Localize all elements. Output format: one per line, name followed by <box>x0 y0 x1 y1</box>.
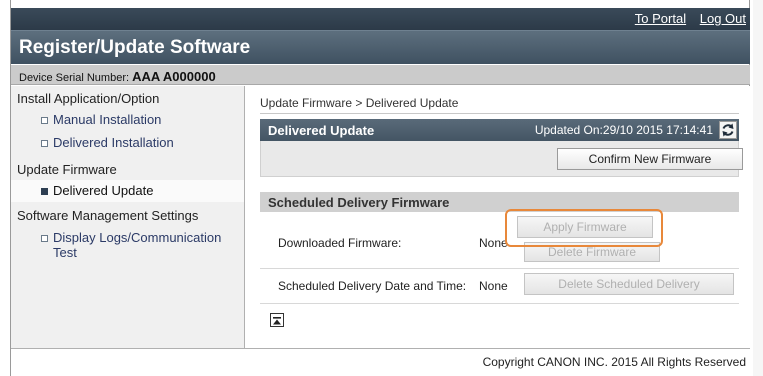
sidebar-item-label: Display Logs/Communication Test <box>53 230 222 260</box>
sidebar-section-management[interactable]: Software Management Settings <box>17 208 198 223</box>
scheduled-delivery-title: Scheduled Delivery Firmware <box>268 195 450 210</box>
delivered-update-title: Delivered Update <box>268 123 375 138</box>
scheduled-delivery-header: Scheduled Delivery Firmware <box>260 192 739 212</box>
bullet-icon <box>41 117 48 124</box>
bullet-icon <box>41 235 48 242</box>
scheduled-delivery-date-label: Scheduled Delivery Date and Time: <box>278 279 467 293</box>
divider <box>260 113 739 114</box>
sidebar-item-display-logs[interactable]: Display Logs/Communication Test <box>11 227 244 260</box>
sidebar-item-label: Delivered Update <box>53 183 154 198</box>
divider <box>260 268 739 269</box>
bullet-icon <box>41 188 48 195</box>
sidebar-item-manual-installation[interactable]: Manual Installation <box>11 109 244 131</box>
scheduled-delivery-date-value: None <box>479 279 508 293</box>
main-content: Update Firmware > Delivered Update Deliv… <box>246 86 750 348</box>
sidebar-section-update[interactable]: Update Firmware <box>17 162 117 177</box>
delivered-update-body: Confirm New Firmware <box>260 141 743 177</box>
downloaded-firmware-value: None <box>479 236 508 250</box>
bullet-icon <box>41 140 48 147</box>
page-top-icon[interactable] <box>270 313 284 327</box>
sidebar-item-delivered-update[interactable]: Delivered Update <box>11 180 244 202</box>
log-out-link[interactable]: Log Out <box>700 11 746 26</box>
updated-on-text: Updated On:29/10 2015 17:14:41 <box>534 123 713 137</box>
delivered-update-header: Delivered Update Updated On:29/10 2015 1… <box>260 119 739 141</box>
to-portal-link[interactable]: To Portal <box>635 11 686 26</box>
serial-bar: Device Serial Number: AAA A000000 <box>11 65 750 85</box>
sidebar-item-label: Delivered Installation <box>53 135 174 150</box>
footer: Copyright CANON INC. 2015 All Rights Res… <box>11 348 750 376</box>
sidebar: Install Application/Option Manual Instal… <box>11 86 245 348</box>
refresh-icon[interactable] <box>719 121 737 139</box>
breadcrumb: Update Firmware > Delivered Update <box>260 96 459 110</box>
copyright-text: Copyright CANON INC. 2015 All Rights Res… <box>482 355 746 369</box>
title-bar: Register/Update Software <box>11 30 750 64</box>
page-title: Register/Update Software <box>19 37 251 58</box>
serial-value: AAA A000000 <box>132 69 216 84</box>
divider <box>260 303 739 304</box>
delete-scheduled-delivery-button[interactable]: Delete Scheduled Delivery <box>524 273 734 295</box>
app-window: To Portal Log Out Register/Update Softwa… <box>10 0 750 376</box>
sidebar-item-delivered-installation[interactable]: Delivered Installation <box>11 132 244 154</box>
top-links: To Portal Log Out <box>625 11 746 26</box>
downloaded-firmware-label: Downloaded Firmware: <box>278 236 402 250</box>
serial-label: Device Serial Number: <box>19 72 130 84</box>
confirm-new-firmware-button[interactable]: Confirm New Firmware <box>557 148 743 170</box>
sidebar-item-label: Manual Installation <box>53 112 162 127</box>
apply-firmware-highlight <box>505 209 663 247</box>
top-nav-bar: To Portal Log Out <box>11 8 750 30</box>
scrollbar[interactable] <box>753 0 763 376</box>
sidebar-section-install[interactable]: Install Application/Option <box>17 91 159 106</box>
